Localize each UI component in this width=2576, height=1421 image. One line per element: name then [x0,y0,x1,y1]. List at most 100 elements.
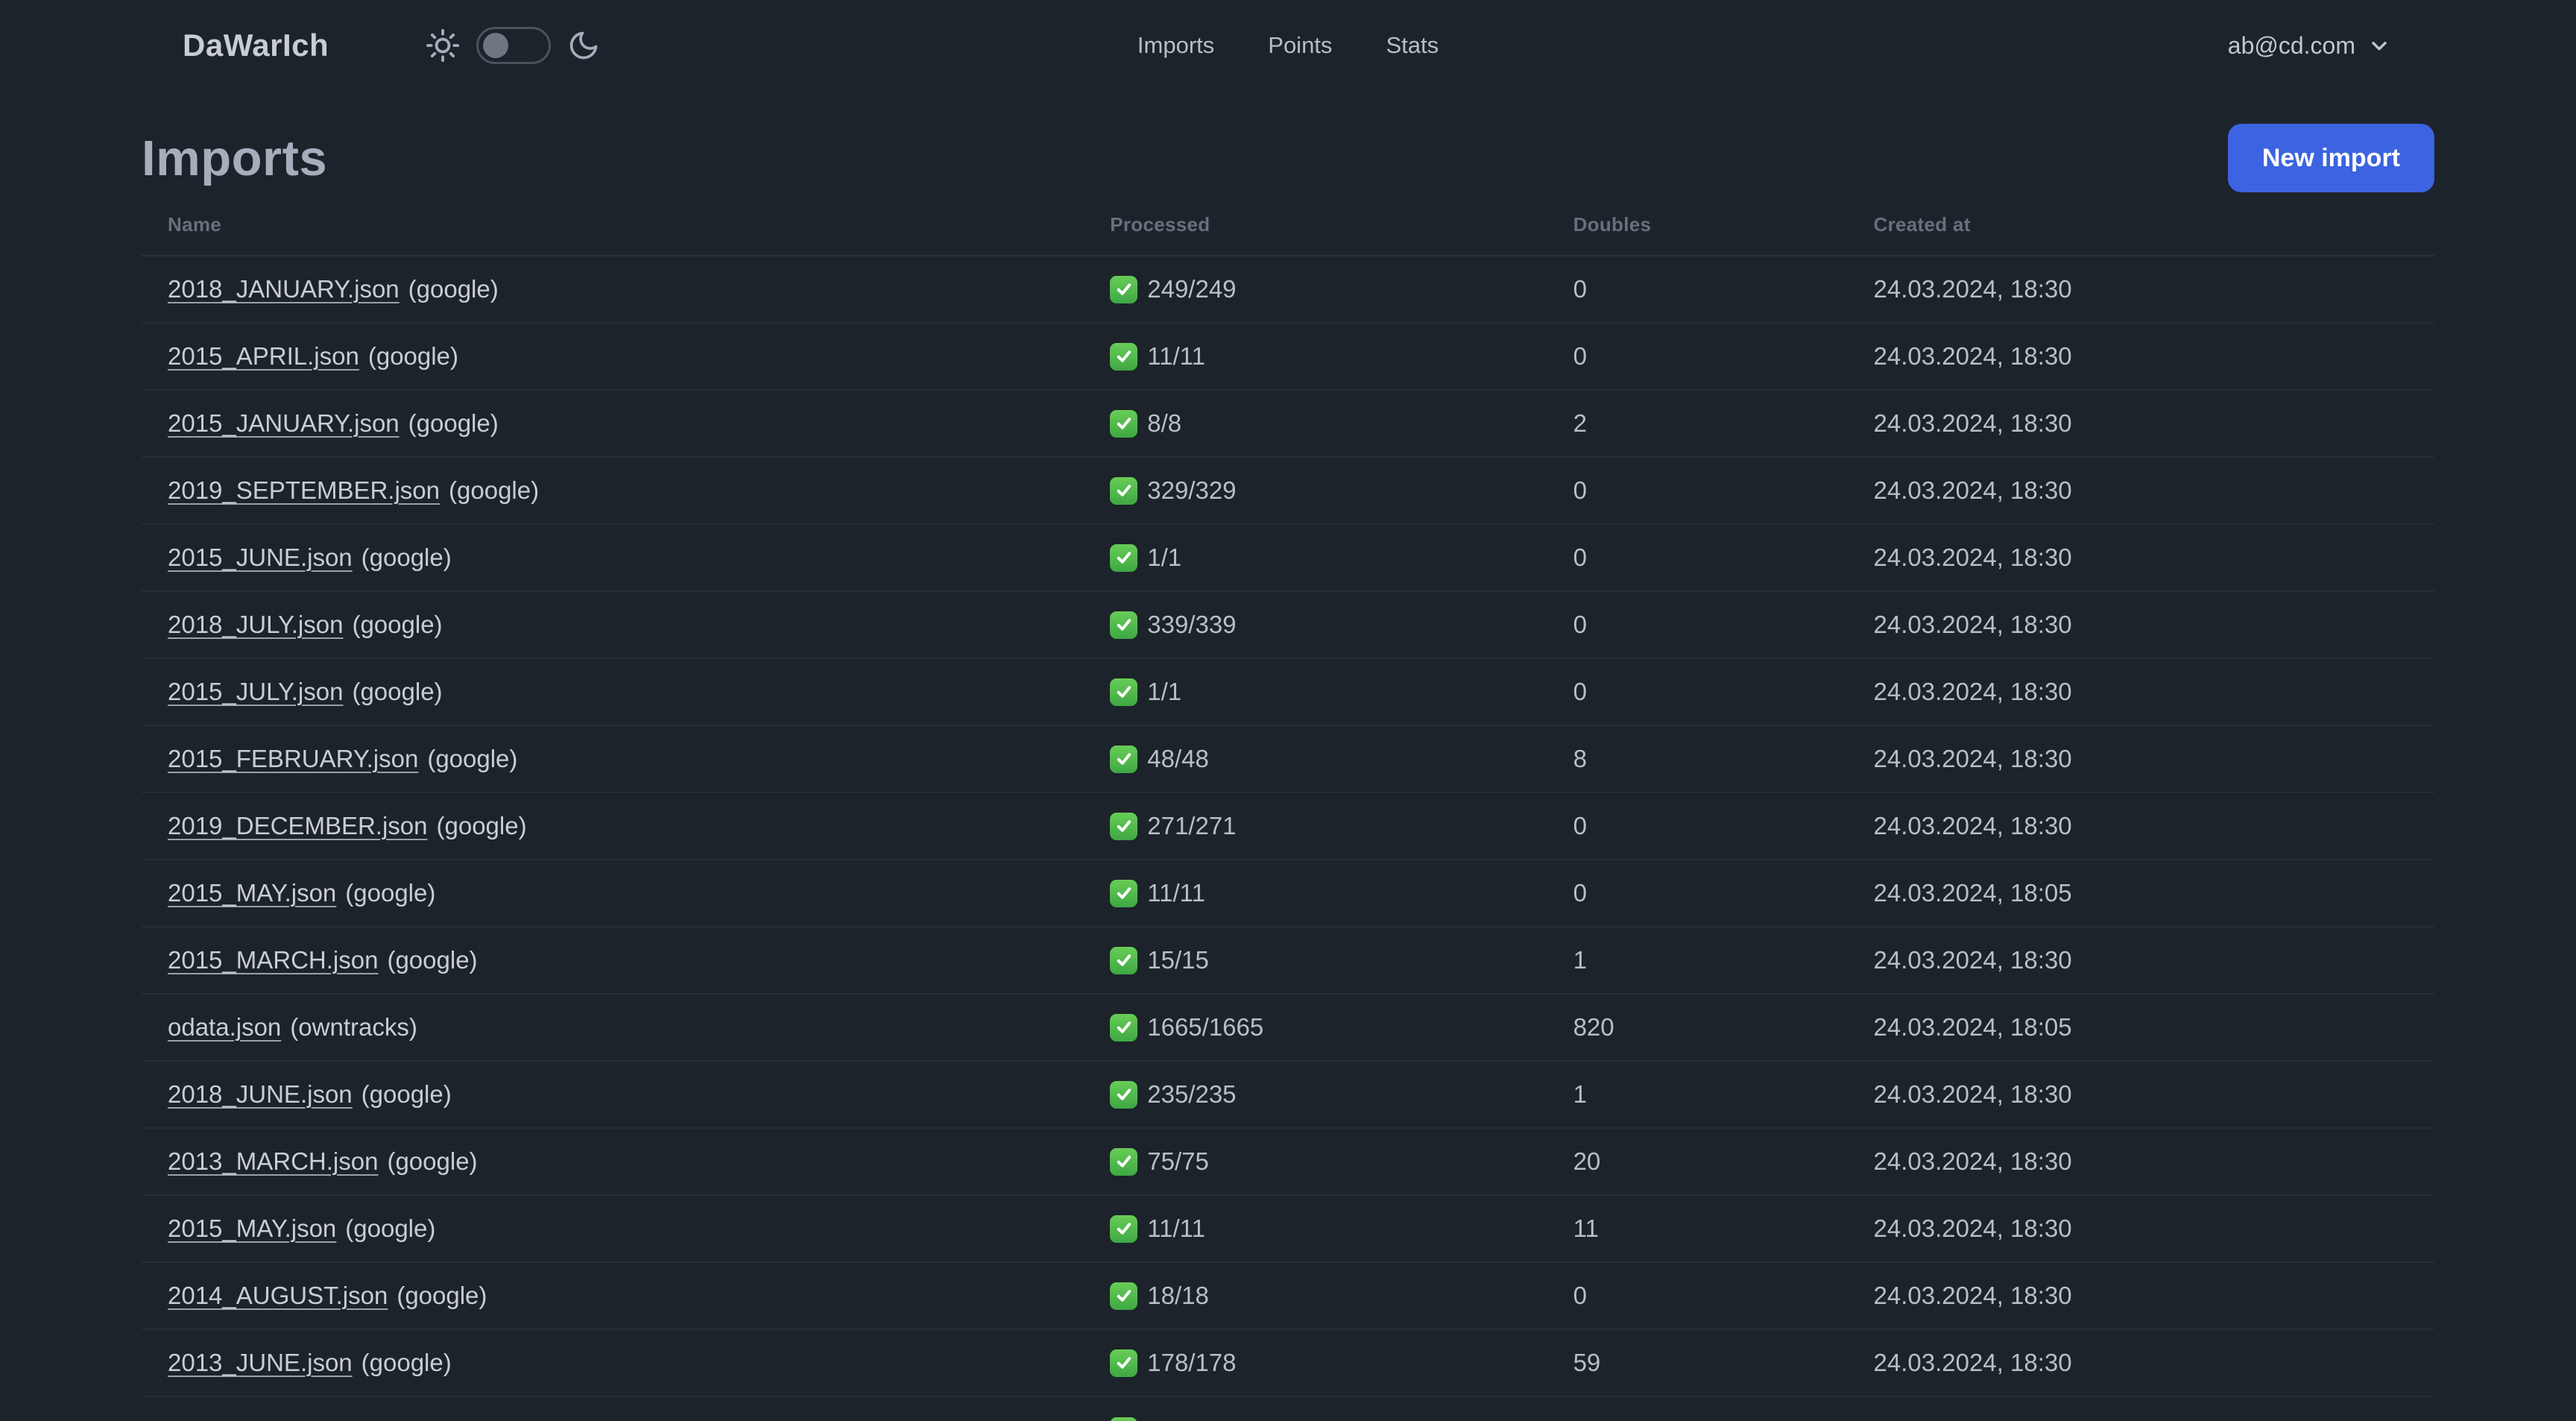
processed-count: 48/48 [1147,745,1209,772]
doubles-count: 1 [1573,946,1587,974]
import-source-label: (google) [387,1147,478,1175]
account-menu[interactable]: ab@cd.com [2228,32,2391,60]
import-file-link[interactable]: 2015_FEBRUARY.json [168,745,418,773]
column-header-name: Name [168,212,222,236]
import-source-label: (google) [397,1282,487,1309]
success-check-icon [1110,1080,1138,1109]
created-at: 24.03.2024, 18:05 [1873,1013,2072,1041]
doubles-count: 59 [1573,1349,1601,1376]
new-import-button[interactable]: New import [2227,124,2434,192]
success-check-icon [1110,1349,1138,1377]
doubles-count: 820 [1573,1013,1614,1041]
created-at: 24.03.2024, 18:30 [1873,1214,2072,1242]
import-source-label: (google) [408,409,499,437]
processed-count: 11/11 [1147,1214,1205,1242]
import-file-link[interactable]: 2018_JANUARY.json [168,275,400,303]
import-file-link[interactable]: odata.json [168,1013,281,1042]
nav-link-points[interactable]: Points [1268,32,1332,59]
page-head: Imports New import [142,124,2434,192]
created-at: 24.03.2024, 18:30 [1873,678,2072,705]
app-logo[interactable]: DaWarIch [183,28,329,63]
import-file-link[interactable]: 2015_MAY.json [168,1214,336,1243]
created-at: 24.03.2024, 18:30 [1873,946,2072,974]
success-check-icon [1110,1417,1138,1421]
table-row: 2018_JULY.json (google) 339/339 0 24.03.… [142,592,2434,659]
processed-count: 329/329 [1147,476,1237,504]
doubles-count: 20 [1573,1147,1601,1175]
processed-count: 8/8 [1147,409,1182,437]
created-at: 24.03.2024, 18:30 [1873,1080,2072,1108]
page-title: Imports [142,130,328,186]
nav-link-stats[interactable]: Stats [1386,32,1439,59]
success-check-icon [1110,1214,1138,1243]
success-check-icon [1110,543,1138,572]
processed-count: 75/75 [1147,1147,1209,1175]
processed-count: 1665/1665 [1147,1013,1264,1041]
theme-toggle[interactable] [476,27,552,64]
created-at: 24.03.2024, 18:30 [1873,275,2072,303]
success-check-icon [1110,1282,1138,1310]
created-at: 24.03.2024, 18:30 [1873,1282,2072,1309]
doubles-count: 1 [1573,1080,1587,1108]
import-file-link[interactable]: 2013_MARCH.json [168,1147,378,1176]
import-file-link[interactable]: 2015_JANUARY.json [168,409,400,438]
created-at: 24.03.2024, 18:30 [1873,543,2072,571]
processed-count: 178/178 [1147,1349,1237,1376]
import-source-label: (google) [367,342,458,370]
import-file-link[interactable]: 2019_SEPTEMBER.json [168,476,440,505]
moon-icon [567,29,600,62]
success-check-icon [1110,342,1138,371]
imports-table: Name Processed Doubles Created at 2018_J… [142,194,2434,1421]
success-check-icon [1110,812,1138,840]
created-at: 24.03.2024, 18:30 [1873,1147,2072,1175]
created-at: 24.03.2024, 18:30 [1873,812,2072,839]
import-source-label: (google) [361,1349,452,1376]
doubles-count: 11 [1573,1214,1599,1242]
table-row: 2015_FEBRUARY.json (google) 48/48 8 24.0… [142,726,2434,793]
import-file-link[interactable]: 2019_DECEMBER.json [168,812,428,840]
import-file-link[interactable]: 2018_JULY.json [168,611,343,639]
doubles-count: 0 [1573,476,1587,504]
import-file-link[interactable]: 2015_MARCH.json [168,946,378,974]
processed-count: 1/1 [1147,543,1182,571]
theme-toggle-knob [483,33,509,58]
table-row: 2018_JUNE.json (google) 235/235 1 24.03.… [142,1062,2434,1129]
processed-count: 18/18 [1147,1282,1209,1309]
import-file-link[interactable]: 2015_JULY.json [168,678,343,706]
import-source-label: (google) [345,879,436,907]
import-file-link[interactable]: 2013_JUNE.json [168,1349,353,1377]
processed-count: 339/339 [1147,611,1237,638]
nav-link-imports[interactable]: Imports [1137,32,1214,59]
table-row: 2018_JANUARY.json (google) 249/249 0 24.… [142,256,2434,324]
doubles-count: 2 [1573,409,1587,437]
theme-switcher [426,27,600,64]
table-row: 2015_JANUARY.json (google) 8/8 2 24.03.2… [142,391,2434,458]
top-navbar: DaWarIch Imports Points Stats ab@cd.com [0,0,2576,91]
success-check-icon [1110,409,1138,438]
column-header-doubles: Doubles [1573,212,1652,236]
table-row: 2015_JULY.json (google) 1/1 0 24.03.2024… [142,659,2434,726]
import-source-label: (google) [352,678,443,705]
chevron-down-icon [2367,34,2391,57]
created-at: 24.03.2024, 18:30 [1873,476,2072,504]
table-row: odata.json (owntracks) 1665/1665 820 24.… [142,995,2434,1062]
created-at: 24.03.2024, 18:30 [1873,611,2072,638]
processed-count: 271/271 [1147,812,1237,839]
import-file-link[interactable]: 2015_JUNE.json [168,543,353,572]
import-file-link[interactable]: 2015_MAY.json [168,879,336,907]
processed-count: 15/15 [1147,946,1209,974]
sun-icon [426,28,460,63]
doubles-count: 0 [1573,879,1587,907]
imports-table-body: 2018_JANUARY.json (google) 249/249 0 24.… [142,256,2434,1397]
table-row: 2013_MARCH.json (google) 75/75 20 24.03.… [142,1129,2434,1196]
import-file-link[interactable]: 2015_APRIL.json [168,342,359,371]
import-file-link[interactable]: 2018_JUNE.json [168,1080,353,1109]
main-nav: Imports Points Stats [1137,0,1439,91]
doubles-count: 0 [1573,678,1587,705]
doubles-count: 0 [1573,812,1587,839]
success-check-icon [1110,1147,1138,1176]
import-file-link[interactable]: 2014_AUGUST.json [168,1282,388,1310]
import-source-label: (google) [408,275,499,303]
import-source-label: (google) [449,476,540,504]
success-check-icon [1110,879,1138,907]
